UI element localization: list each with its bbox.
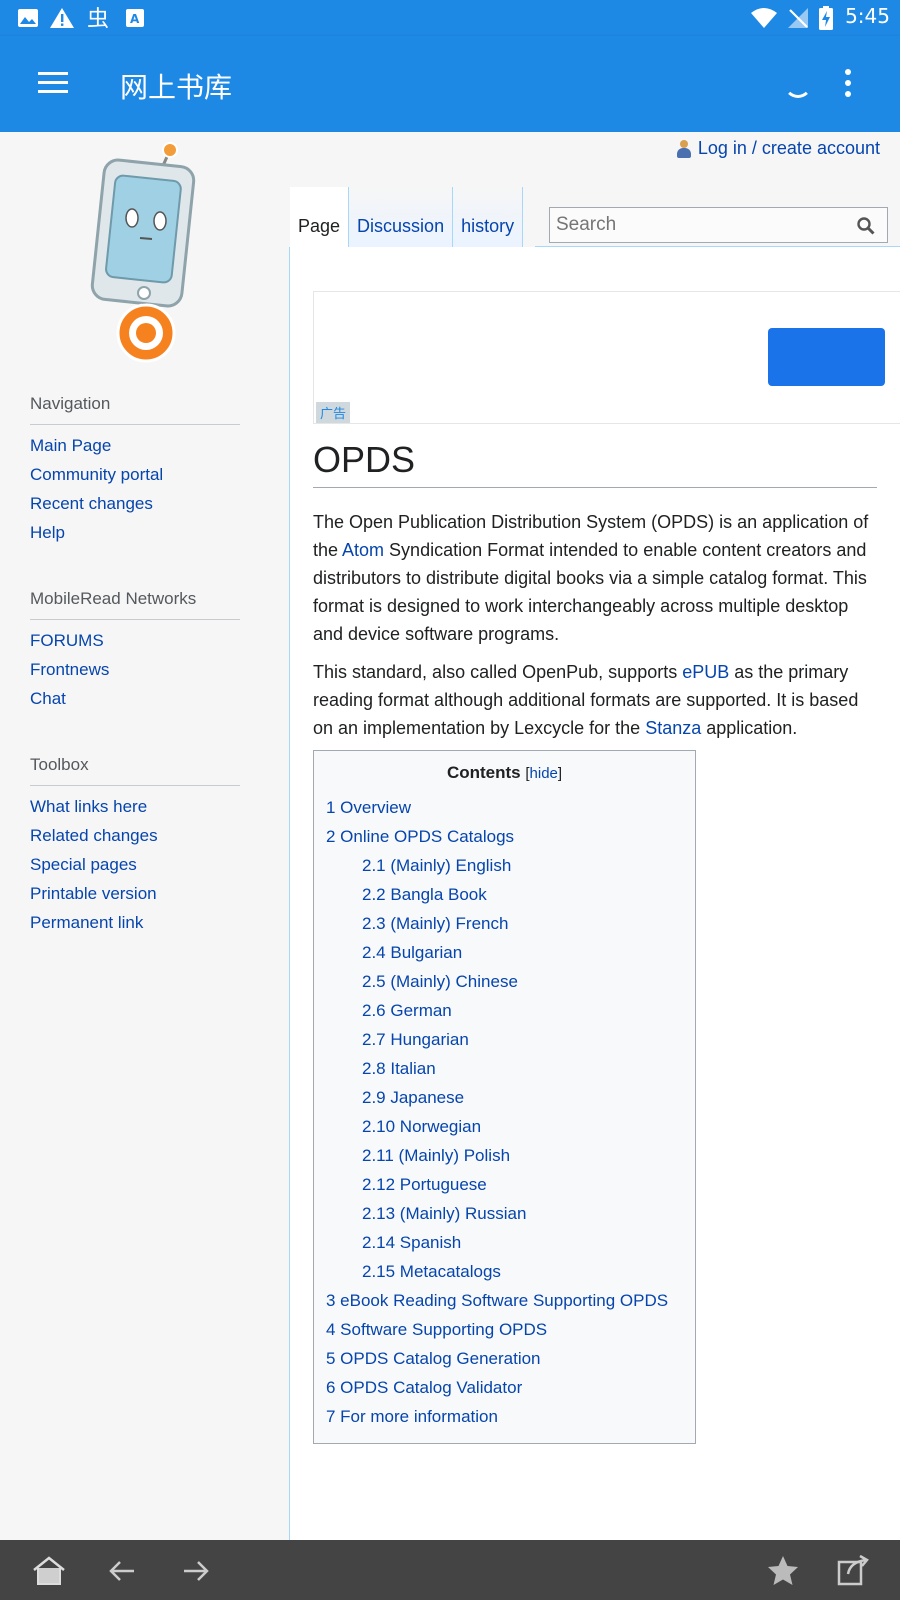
search-icon[interactable]: [857, 217, 875, 235]
toc-item[interactable]: 2.9 Japanese: [326, 1083, 683, 1112]
sidebar-item-main-page[interactable]: Main Page: [30, 435, 240, 464]
bug-icon: 虫: [86, 6, 112, 30]
tab-page[interactable]: Page: [290, 187, 350, 247]
more-vert-icon[interactable]: [845, 69, 851, 99]
warning-icon: [49, 6, 75, 30]
sidebar-item-recent-changes[interactable]: Recent changes: [30, 493, 240, 522]
app-bar: 网上书库: [0, 36, 900, 132]
login-label: Log in / create account: [697, 138, 880, 158]
toc-item[interactable]: 7 For more information: [326, 1402, 683, 1431]
translate-icon: A: [124, 6, 146, 30]
toc-item[interactable]: 4 Software Supporting OPDS: [326, 1315, 683, 1344]
toc-item[interactable]: 6 OPDS Catalog Validator: [326, 1373, 683, 1402]
home-icon[interactable]: [32, 1554, 66, 1588]
sidebar-item-community-portal[interactable]: Community portal: [30, 464, 240, 493]
toc-item[interactable]: 2.7 Hungarian: [326, 1025, 683, 1054]
toc-item[interactable]: 2.12 Portuguese: [326, 1170, 683, 1199]
toc-item[interactable]: 2.5 (Mainly) Chinese: [326, 967, 683, 996]
sidebar-item-chat[interactable]: Chat: [30, 688, 240, 717]
status-bar: 虫 A 5:45: [0, 0, 900, 36]
toc-item[interactable]: 5 OPDS Catalog Generation: [326, 1344, 683, 1373]
forward-arrow-icon[interactable]: [178, 1554, 212, 1588]
toc-item[interactable]: 2.10 Norwegian: [326, 1112, 683, 1141]
toc-item[interactable]: 2.2 Bangla Book: [326, 880, 683, 909]
paragraph-text: This standard, also called OpenPub, supp…: [313, 662, 683, 682]
tab-history[interactable]: history: [453, 187, 524, 247]
ad-label: 广告: [316, 402, 351, 423]
search-box: [549, 207, 888, 243]
toc-item[interactable]: 2.13 (Mainly) Russian: [326, 1199, 683, 1228]
toc-item[interactable]: 3 eBook Reading Software Supporting OPDS: [326, 1286, 683, 1315]
sidebar-mobileread-networks: MobileRead Networks FORUMS Frontnews Cha…: [30, 589, 240, 717]
toc-list: 1 Overview 2 Online OPDS Catalogs 2.1 (Mai…: [326, 793, 683, 1431]
sidebar-item-related-changes[interactable]: Related changes: [30, 825, 240, 854]
toc-item[interactable]: 2.4 Bulgarian: [326, 938, 683, 967]
user-icon: [676, 139, 692, 159]
sidebar-item-frontnews[interactable]: Frontnews: [30, 659, 240, 688]
article-paragraph: This standard, also called OpenPub, supp…: [313, 658, 877, 742]
tab-discussion[interactable]: Discussion: [349, 187, 454, 247]
sidebar-toolbox: Toolbox What links here Related changes …: [30, 755, 240, 941]
no-signal-icon: [786, 6, 810, 30]
page-tabs: Page Discussion history: [290, 187, 524, 247]
app-title: 网上书库: [120, 71, 233, 104]
toc-item[interactable]: 1 Overview: [326, 793, 683, 822]
toc-item[interactable]: 2.6 German: [326, 996, 683, 1025]
page-title: OPDS: [313, 437, 877, 488]
toc-hide-link[interactable]: hide: [530, 765, 558, 782]
article-paragraph: The Open Publication Distribution System…: [313, 508, 877, 648]
svg-text:A: A: [130, 12, 140, 26]
toc-item[interactable]: 2.3 (Mainly) French: [326, 909, 683, 938]
image-icon: [16, 6, 40, 30]
bookmark-star-icon[interactable]: [766, 1554, 800, 1588]
article-body: 广告 OPDS The Open Publication Distributio…: [289, 247, 900, 1540]
back-arrow-icon[interactable]: [106, 1554, 140, 1588]
paragraph-text: Syndication Format intended to enable co…: [313, 540, 867, 644]
toc-item[interactable]: 2.8 Italian: [326, 1054, 683, 1083]
ad-button[interactable]: [768, 328, 885, 386]
hamburger-menu-icon[interactable]: [38, 72, 68, 96]
toc-item[interactable]: 2.15 Metacatalogs: [326, 1257, 683, 1286]
sidebar-item-special-pages[interactable]: Special pages: [30, 854, 240, 883]
sidebar-item-forums[interactable]: FORUMS: [30, 630, 240, 659]
sidebar-navigation: Navigation Main Page Community portal Re…: [30, 394, 240, 551]
search-input[interactable]: [550, 208, 840, 242]
sidebar-heading: Navigation: [30, 394, 240, 425]
toc-item[interactable]: 2.1 (Mainly) English: [326, 851, 683, 880]
sidebar-item-what-links-here[interactable]: What links here: [30, 796, 240, 825]
article-content: OPDS The Open Publication Distribution S…: [313, 437, 877, 1444]
sidebar-item-permanent-link[interactable]: Permanent link: [30, 912, 240, 941]
svg-text:虫: 虫: [87, 7, 109, 30]
paragraph-text: application.: [701, 718, 798, 738]
loading-spinner-icon: [784, 70, 812, 98]
sidebar-item-help[interactable]: Help: [30, 522, 240, 551]
share-icon[interactable]: [836, 1554, 870, 1588]
wifi-icon: [750, 6, 778, 30]
login-link[interactable]: Log in / create account: [676, 138, 880, 159]
status-time: 5:45: [845, 4, 890, 28]
toc-header: Contents [hide]: [446, 763, 563, 782]
toc-item[interactable]: 2.14 Spanish: [326, 1228, 683, 1257]
battery-charging-icon: [818, 6, 834, 30]
site-logo[interactable]: [90, 138, 200, 363]
bottom-toolbar: [0, 1540, 900, 1600]
sidebar-item-printable-version[interactable]: Printable version: [30, 883, 240, 912]
web-content[interactable]: Log in / create account Navigation Main …: [0, 132, 900, 1540]
table-of-contents: Contents [hide] 1 Overview 2 Online OPDS …: [313, 750, 696, 1444]
sidebar-heading: Toolbox: [30, 755, 240, 786]
toc-item[interactable]: 2 Online OPDS Catalogs: [326, 822, 683, 851]
link-atom[interactable]: Atom: [342, 540, 384, 560]
toc-title: Contents: [446, 763, 521, 782]
link-stanza[interactable]: Stanza: [645, 718, 701, 738]
ad-banner[interactable]: 广告: [313, 291, 900, 424]
toc-item[interactable]: 2.11 (Mainly) Polish: [326, 1141, 683, 1170]
link-epub[interactable]: ePUB: [682, 662, 729, 682]
sidebar-heading: MobileRead Networks: [30, 589, 240, 620]
